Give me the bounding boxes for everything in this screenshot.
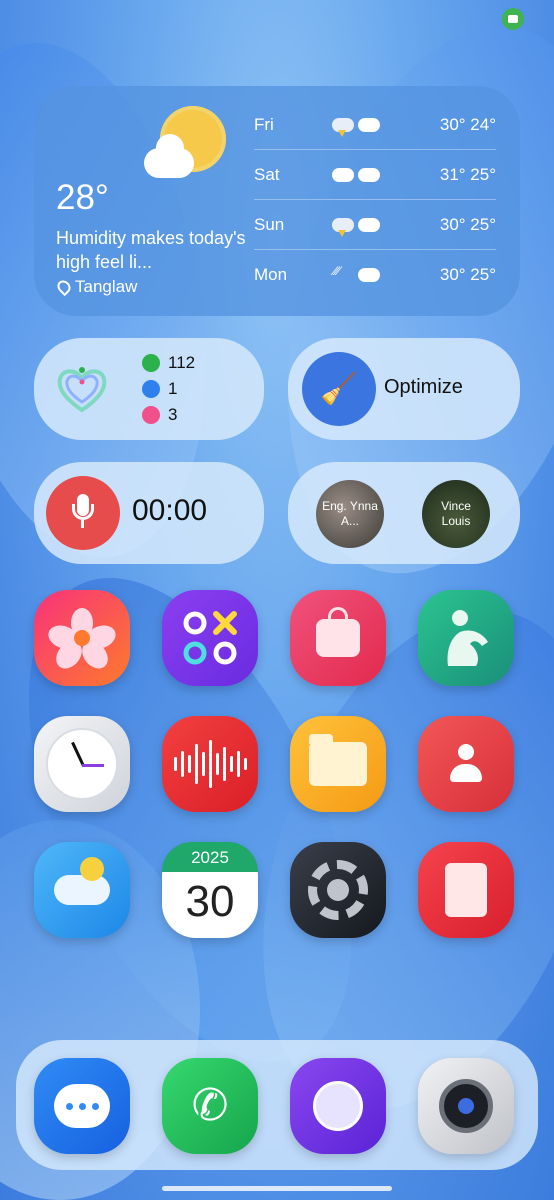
thunderstorm-icon xyxy=(332,217,354,237)
cloud-icon xyxy=(332,167,354,182)
galaxy-store-icon[interactable] xyxy=(290,590,386,686)
forecast-list: Fri 30° 24° Sat 31° 25° Sun 30° 25° Mon … xyxy=(254,100,496,299)
steps-value: 112 xyxy=(168,353,196,372)
dock: ✆ xyxy=(16,1040,538,1170)
steps-icon xyxy=(142,354,160,372)
cloud-icon xyxy=(358,117,380,132)
forecast-day: Mon xyxy=(254,264,288,284)
forecast-row: Sun 30° 25° xyxy=(254,200,496,250)
cloud-icon xyxy=(358,267,380,282)
forecast-row: Sat 31° 25° xyxy=(254,150,496,200)
game-launcher-icon[interactable] xyxy=(162,590,258,686)
cloud-icon xyxy=(358,167,380,182)
health-widget[interactable]: 112 1 3 xyxy=(34,338,264,440)
forecast-temps: 30° 25° xyxy=(439,264,496,284)
thunderstorm-icon xyxy=(332,117,354,137)
forecast-temps: 30° 24° xyxy=(439,114,496,134)
phone-icon[interactable]: ✆ xyxy=(162,1058,258,1154)
calendar-year: 2025 xyxy=(162,842,258,872)
contacts-icon[interactable] xyxy=(418,716,514,812)
clock-icon xyxy=(142,380,160,398)
calories-value: 3 xyxy=(168,405,178,424)
current-temperature: 28° xyxy=(56,178,109,217)
notes-icon[interactable] xyxy=(418,842,514,938)
optimize-widget[interactable]: 🧹 Optimize xyxy=(288,338,520,440)
active-time-stat: 1 xyxy=(142,376,195,402)
my-files-icon[interactable] xyxy=(290,716,386,812)
weather-widget[interactable]: 28° Humidity makes today's high feel li.… xyxy=(34,86,520,316)
forecast-day: Fri xyxy=(254,114,274,134)
forecast-temps: 31° 25° xyxy=(439,164,496,184)
weather-icon[interactable] xyxy=(34,842,130,938)
optimize-label: Optimize xyxy=(384,376,463,398)
heart-rings-icon xyxy=(57,367,107,413)
steps-stat: 112 xyxy=(142,350,195,376)
voice-recorder-icon[interactable] xyxy=(162,716,258,812)
record-button[interactable] xyxy=(46,476,120,550)
calories-stat: 3 xyxy=(142,402,195,428)
gallery-icon[interactable] xyxy=(34,590,130,686)
contact-avatar[interactable]: Eng. Ynna A... xyxy=(316,480,384,548)
camera-icon[interactable] xyxy=(418,1058,514,1154)
rain-icon xyxy=(332,264,354,282)
home-indicator[interactable] xyxy=(162,1186,392,1191)
voice-recorder-widget[interactable]: 00:00 xyxy=(34,462,264,564)
flame-icon xyxy=(142,406,160,424)
forecast-day: Sat xyxy=(254,164,280,184)
favorite-contacts-widget: Eng. Ynna A... Vince Louis xyxy=(288,462,520,564)
contact-avatar[interactable]: Vince Louis xyxy=(422,480,490,548)
cloud-icon xyxy=(358,217,380,232)
active-time-value: 1 xyxy=(168,379,178,398)
settings-icon[interactable] xyxy=(290,842,386,938)
location-off-icon xyxy=(54,277,74,297)
internet-icon[interactable] xyxy=(290,1058,386,1154)
location-label: Tanglaw xyxy=(75,277,138,296)
recording-timer: 00:00 xyxy=(132,494,208,527)
camera-in-use-indicator-icon xyxy=(502,8,524,30)
samsung-health-icon[interactable] xyxy=(418,590,514,686)
forecast-temps: 30° 25° xyxy=(439,214,496,234)
clock-icon[interactable] xyxy=(34,716,130,812)
forecast-row: Fri 30° 24° xyxy=(254,100,496,150)
broom-icon: 🧹 xyxy=(302,352,376,426)
calendar-icon[interactable]: 2025 30 xyxy=(162,842,258,938)
forecast-day: Sun xyxy=(254,214,285,234)
messages-icon[interactable] xyxy=(34,1058,130,1154)
weather-description: Humidity makes today's high feel li... xyxy=(56,228,246,272)
calendar-day: 30 xyxy=(185,877,235,926)
forecast-row: Mon 30° 25° xyxy=(254,250,496,299)
location: Tanglaw xyxy=(54,277,138,297)
cloud-icon xyxy=(144,134,194,178)
